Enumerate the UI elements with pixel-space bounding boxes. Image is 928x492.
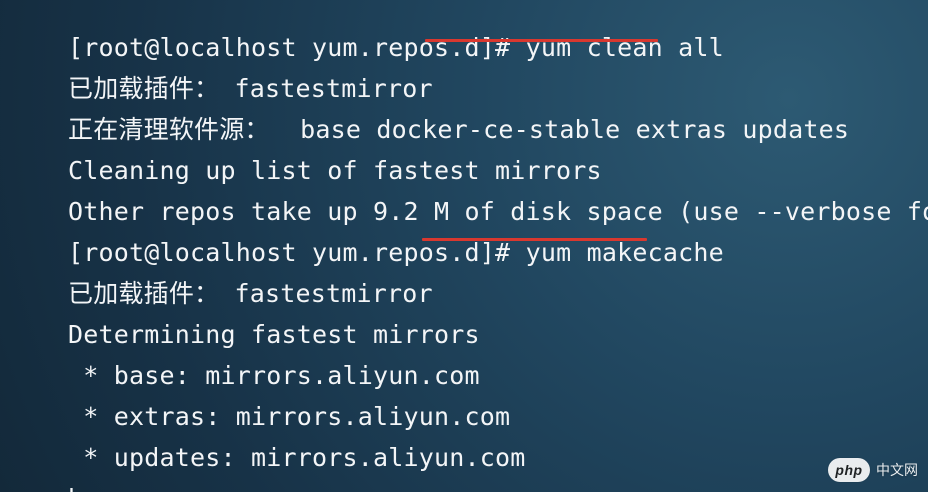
output-text: * updates: mirrors.aliyun.com xyxy=(68,443,526,472)
command-highlight-underline xyxy=(425,39,658,42)
terminal-line-9: * base: mirrors.aliyun.com xyxy=(7,328,480,390)
terminal-line-8: Determining fastest mirrors xyxy=(7,287,480,349)
terminal-line-4: Cleaning up list of fastest mirrors xyxy=(7,123,602,185)
watermark-site-text: 中文网 xyxy=(876,462,918,478)
terminal-window: [root@localhost yum.repos.d]# yum clean … xyxy=(0,0,928,492)
command-highlight-underline xyxy=(422,238,647,241)
terminal-line-12: base xyxy=(7,451,129,492)
php-logo-icon: php xyxy=(828,458,870,482)
terminal-line-6: [root@localhost yum.repos.d]# yum makeca… xyxy=(7,205,724,267)
terminal-line-11: * updates: mirrors.aliyun.com xyxy=(7,410,526,472)
output-text: base xyxy=(68,484,129,492)
terminal-line-1: [root@localhost yum.repos.d]# yum clean … xyxy=(7,0,724,62)
php-logo-text: php xyxy=(835,462,863,478)
command-text: yum clean all xyxy=(510,33,724,62)
site-watermark: php 中文网 xyxy=(828,458,918,482)
terminal-line-3: 正在清理软件源： base docker-ce-stable extras up… xyxy=(7,82,849,144)
command-text: yum makecache xyxy=(510,238,724,267)
terminal-line-2: 已加载插件： fastestmirror xyxy=(7,41,433,103)
terminal-line-7: 已加载插件： fastestmirror xyxy=(7,246,433,308)
terminal-line-5: Other repos take up 9.2 M of disk space … xyxy=(7,164,928,226)
terminal-line-10: * extras: mirrors.aliyun.com xyxy=(7,369,510,431)
